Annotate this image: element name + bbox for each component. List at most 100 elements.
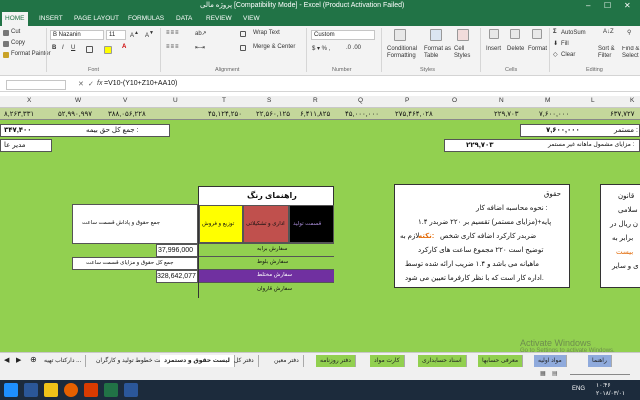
- sheet-tab-4[interactable]: دفتر معین: [270, 355, 304, 367]
- cell-w10[interactable]: ۵۲,۹۹۰,۹۹۷: [58, 110, 92, 118]
- cut-button[interactable]: Cut: [11, 29, 20, 35]
- cancel-icon[interactable]: ✕: [78, 80, 84, 88]
- col-header-r[interactable]: R: [313, 97, 318, 104]
- wrap-text-icon[interactable]: [240, 31, 246, 37]
- merge-center-button[interactable]: Merge & Center: [253, 44, 295, 50]
- tab-page-layout[interactable]: PAGE LAYOUT: [74, 15, 119, 22]
- conditional-formatting-button[interactable]: Conditional Formatting: [387, 46, 423, 60]
- sheet-tab-10[interactable]: راهنما: [588, 355, 612, 367]
- total-benefits-value[interactable]: 328,642,077: [157, 273, 196, 280]
- fill-color-icon[interactable]: [104, 46, 112, 54]
- font-size-select[interactable]: 11: [106, 30, 126, 40]
- format-as-table-icon[interactable]: [430, 29, 442, 41]
- cell-v10[interactable]: ۳۸۸,۰۵۶,۲۲۸: [108, 110, 146, 118]
- cell-styles-icon[interactable]: [457, 29, 469, 41]
- orientation-icon[interactable]: ab↗: [195, 30, 207, 37]
- grow-font-icon[interactable]: A▲: [130, 30, 139, 39]
- decimal-icon[interactable]: .0 .00: [346, 45, 361, 51]
- format-painter-icon[interactable]: [3, 52, 9, 58]
- col-header-m[interactable]: M: [545, 97, 550, 104]
- copy-icon[interactable]: [3, 41, 9, 47]
- underline-icon[interactable]: U: [71, 45, 75, 51]
- col-header-s[interactable]: S: [267, 97, 271, 104]
- clock-date[interactable]: ۲۰۱۸/۰۳/۰۱: [596, 390, 625, 397]
- indent-icon[interactable]: ⇤⇥: [195, 44, 205, 51]
- shrink-font-icon[interactable]: A▼: [145, 30, 154, 39]
- tab-review[interactable]: REVIEW: [206, 15, 232, 22]
- sheet-tab-2[interactable]: لیست حقوق و دستمزد: [160, 355, 235, 367]
- italic-icon[interactable]: I: [62, 45, 64, 51]
- col-header-k[interactable]: K: [630, 97, 634, 104]
- word-icon[interactable]: [124, 383, 138, 397]
- view-page-layout-icon[interactable]: ▤: [552, 370, 558, 377]
- start-icon[interactable]: [4, 383, 18, 397]
- number-format-select[interactable]: Custom: [311, 30, 375, 40]
- tab-view[interactable]: VIEW: [243, 15, 260, 22]
- delete-cells-icon[interactable]: [510, 29, 520, 39]
- name-box[interactable]: [6, 80, 66, 90]
- col-header-q[interactable]: Q: [358, 97, 363, 104]
- cell-p10[interactable]: ۲۷۵,۴۶۴,۰۲۸: [395, 110, 433, 118]
- cell-x10[interactable]: ۸,۲۶۳,۳۳۱: [4, 110, 34, 118]
- excel-icon[interactable]: [104, 383, 118, 397]
- col-header-p[interactable]: P: [405, 97, 409, 104]
- autosum-button[interactable]: AutoSum: [561, 30, 586, 36]
- zoom-slider[interactable]: [570, 374, 630, 375]
- autosum-icon[interactable]: Σ: [553, 29, 557, 35]
- firefox-icon[interactable]: [64, 383, 78, 397]
- tab-insert[interactable]: INSERT: [39, 15, 63, 22]
- fill-icon[interactable]: ⬇: [553, 40, 558, 47]
- format-cells-button[interactable]: Format: [528, 46, 547, 52]
- ie-icon[interactable]: [24, 383, 38, 397]
- add-sheet-icon[interactable]: ⊕: [30, 355, 37, 364]
- cell-q10[interactable]: ۴۵,۰۰۰,۰۰۰: [345, 110, 379, 118]
- language-indicator[interactable]: ENG: [572, 386, 585, 392]
- find-select-button[interactable]: Find & Select: [622, 46, 640, 60]
- close-icon[interactable]: ✕: [624, 1, 631, 10]
- borders-icon[interactable]: [86, 46, 93, 53]
- bold-icon[interactable]: B: [52, 45, 56, 51]
- tab-scroll-right-icon[interactable]: ▶: [16, 356, 21, 364]
- col-header-o[interactable]: O: [452, 97, 457, 104]
- sheet-tab-5[interactable]: دفتر روزنامه: [316, 355, 356, 367]
- cell-r10[interactable]: ۶,۴۱۱,۸۲۵: [300, 110, 330, 118]
- col-header-t[interactable]: T: [222, 97, 226, 104]
- cell-t10[interactable]: ۴۵,۱۲۴,۲۵۰: [208, 110, 242, 118]
- sheet-tab-3[interactable]: دفتر کل: [230, 355, 259, 367]
- powerpoint-icon[interactable]: [84, 383, 98, 397]
- cell-m10[interactable]: ۷,۶۰۰,۰۰۰: [539, 110, 569, 118]
- sheet-tab-8[interactable]: معرفی حسابها: [478, 355, 524, 367]
- cell-n10[interactable]: ۲۲۹,۷۰۳: [494, 110, 519, 118]
- format-as-table-button[interactable]: Format as Table: [424, 46, 452, 60]
- insert-cells-button[interactable]: Insert: [486, 46, 501, 52]
- maximize-icon[interactable]: ☐: [604, 1, 611, 10]
- col-header-x[interactable]: X: [27, 97, 31, 104]
- format-cells-icon[interactable]: [532, 29, 542, 39]
- cell-k10[interactable]: ۶۳۷,۷۲۷: [610, 110, 635, 118]
- align-left-icon[interactable]: ≡≡≡: [166, 44, 180, 50]
- minimize-icon[interactable]: –: [586, 1, 590, 10]
- monthly-salary-value[interactable]: ۷,۶۰۰,۰۰۰: [546, 126, 580, 134]
- sort-filter-button[interactable]: Sort & Filter: [598, 46, 622, 60]
- col-header-n[interactable]: N: [499, 97, 504, 104]
- find-select-icon[interactable]: ⚲: [627, 29, 631, 36]
- col-header-l[interactable]: L: [591, 97, 595, 104]
- col-header-v[interactable]: V: [123, 97, 127, 104]
- cell-styles-button[interactable]: Cell Styles: [454, 46, 476, 60]
- tab-formulas[interactable]: FORMULAS: [128, 15, 164, 22]
- format-painter-button[interactable]: Format Painter: [11, 51, 51, 57]
- tab-data[interactable]: DATA: [176, 15, 192, 22]
- col-header-w[interactable]: W: [75, 97, 81, 104]
- wage-total-value[interactable]: 37,996,000: [158, 247, 193, 254]
- delete-cells-button[interactable]: Delete: [507, 46, 524, 52]
- insert-cells-icon[interactable]: [489, 29, 499, 39]
- worksheet[interactable]: ۸,۲۶۳,۳۳۱ ۵۲,۹۹۰,۹۹۷ ۳۸۸,۰۵۶,۲۲۸ ۴۵,۱۲۴,…: [0, 108, 640, 354]
- conditional-formatting-icon[interactable]: [394, 29, 406, 41]
- merge-center-icon[interactable]: [240, 45, 246, 51]
- font-name-select[interactable]: B Nazanin: [50, 30, 104, 40]
- view-normal-icon[interactable]: ▦: [540, 370, 546, 377]
- wrap-text-button[interactable]: Wrap Text: [253, 30, 280, 36]
- sheet-tab-0[interactable]: دارکتاب تهیه ...: [40, 355, 87, 367]
- sheet-tab-6[interactable]: کارت مواد: [370, 355, 405, 367]
- clock-time[interactable]: ۱۰:۴۶: [596, 382, 611, 389]
